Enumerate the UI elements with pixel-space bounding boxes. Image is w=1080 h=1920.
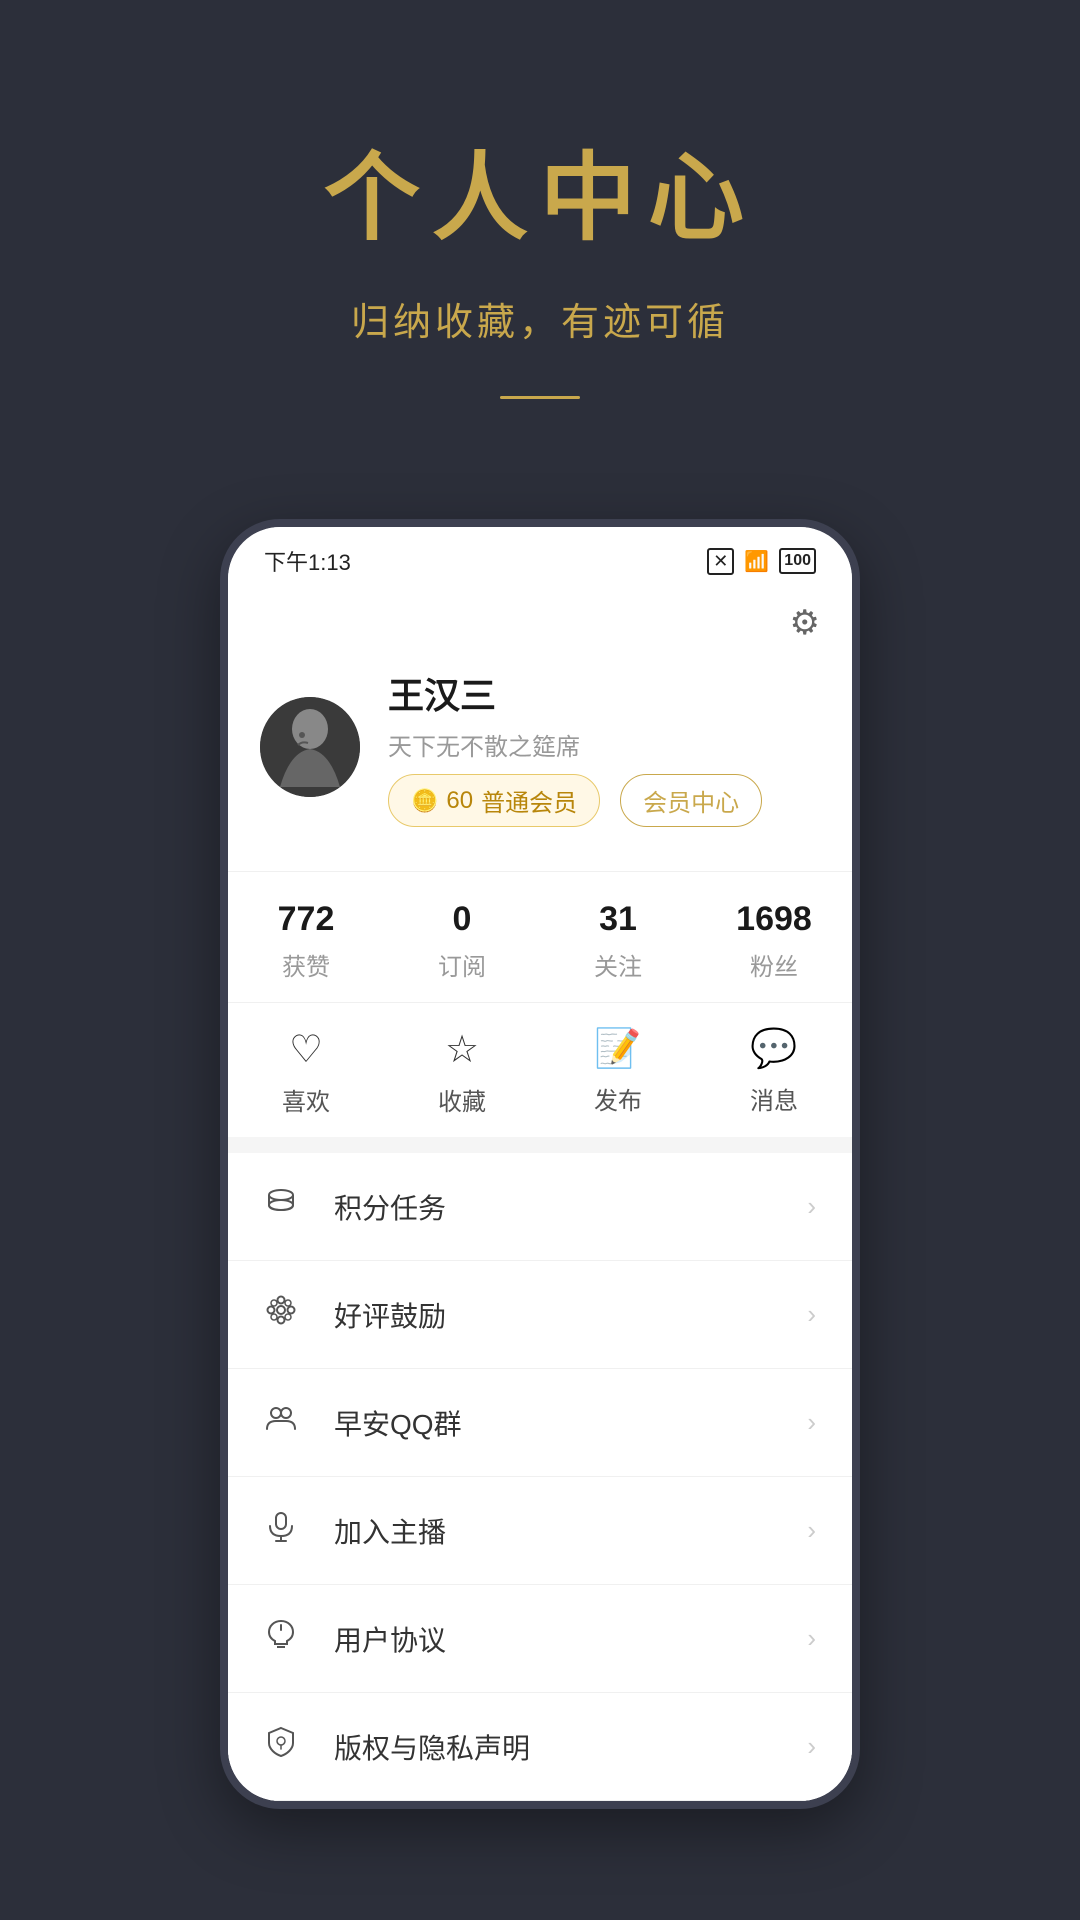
menu-review-label: 好评鼓励 — [334, 1295, 807, 1335]
signal-icon: ✕ — [707, 548, 734, 575]
stat-subscriptions[interactable]: 0 订阅 — [384, 900, 540, 982]
divider — [500, 396, 580, 399]
settings-row: ⚙ — [228, 587, 852, 651]
stat-likes-label: 获赞 — [282, 947, 330, 982]
action-message-label: 消息 — [750, 1081, 798, 1116]
wifi-icon: 📶 — [744, 549, 769, 574]
message-icon: 💬 — [750, 1027, 797, 1071]
avatar-image — [260, 697, 360, 797]
menu-qq-label: 早安QQ群 — [334, 1403, 807, 1443]
menu-item-review[interactable]: 好评鼓励 › — [228, 1261, 852, 1369]
phone-mockup: 下午1:13 ✕ 📶 100 ⚙ — [220, 519, 860, 1809]
lightbulb-icon — [264, 1617, 314, 1660]
stat-sub-number: 0 — [453, 900, 472, 939]
stat-following[interactable]: 31 关注 — [540, 900, 696, 982]
coins-label: 普通会员 — [481, 783, 577, 818]
action-publish-label: 发布 — [594, 1081, 642, 1116]
coins-badge[interactable]: 🪙 60 普通会员 — [388, 774, 600, 827]
stats-row: 772 获赞 0 订阅 31 关注 1698 粉丝 — [228, 871, 852, 1002]
menu-item-agreement[interactable]: 用户协议 › — [228, 1585, 852, 1693]
heart-icon: ♡ — [289, 1027, 323, 1072]
coins-stack-icon — [264, 1185, 314, 1228]
stat-follow-number: 31 — [599, 900, 637, 939]
stat-sub-label: 订阅 — [438, 947, 486, 982]
menu-points-label: 积分任务 — [334, 1187, 807, 1227]
action-publish[interactable]: 📝 发布 — [540, 1027, 696, 1117]
menu-item-points[interactable]: 积分任务 › — [228, 1153, 852, 1261]
stat-fans-number: 1698 — [736, 900, 812, 939]
page-subtitle: 归纳收藏，有迹可循 — [0, 291, 1080, 346]
coins-amount: 60 — [446, 787, 473, 815]
member-center-badge[interactable]: 会员中心 — [620, 774, 762, 827]
badge-row: 🪙 60 普通会员 会员中心 — [388, 774, 762, 827]
stat-likes-number: 772 — [278, 900, 335, 939]
edit-icon: 📝 — [594, 1027, 641, 1071]
stat-likes[interactable]: 772 获赞 — [228, 900, 384, 982]
user-bio: 天下无不散之筵席 — [388, 727, 762, 762]
chevron-right-icon: › — [807, 1191, 816, 1222]
mic-icon — [264, 1509, 314, 1552]
battery-icon: 100 — [779, 548, 816, 574]
stat-follow-label: 关注 — [594, 947, 642, 982]
profile-top: 王汉三 天下无不散之筵席 🪙 60 普通会员 会员中心 — [260, 667, 820, 827]
action-like-label: 喜欢 — [282, 1082, 330, 1117]
username: 王汉三 — [388, 667, 762, 719]
member-center-label: 会员中心 — [643, 783, 739, 818]
actions-row: ♡ 喜欢 ☆ 收藏 📝 发布 💬 消息 — [228, 1002, 852, 1137]
menu-item-privacy[interactable]: 版权与隐私声明 › — [228, 1693, 852, 1801]
flower-icon — [264, 1293, 314, 1336]
status-bar: 下午1:13 ✕ 📶 100 — [228, 527, 852, 587]
page-header: 个人中心 归纳收藏，有迹可循 — [0, 0, 1080, 519]
chevron-right-icon-3: › — [807, 1407, 816, 1438]
avatar[interactable] — [260, 697, 360, 797]
time-display: 下午1:13 — [264, 545, 351, 577]
status-icons: ✕ 📶 100 — [707, 548, 816, 575]
menu-privacy-label: 版权与隐私声明 — [334, 1727, 807, 1767]
shield-icon — [264, 1725, 314, 1768]
stat-fans-label: 粉丝 — [750, 947, 798, 982]
action-collect[interactable]: ☆ 收藏 — [384, 1027, 540, 1117]
menu-item-qq[interactable]: 早安QQ群 › — [228, 1369, 852, 1477]
chevron-right-icon-4: › — [807, 1515, 816, 1546]
action-collect-label: 收藏 — [438, 1082, 486, 1117]
menu-item-broadcaster[interactable]: 加入主播 › — [228, 1477, 852, 1585]
star-icon: ☆ — [445, 1027, 479, 1072]
action-like[interactable]: ♡ 喜欢 — [228, 1027, 384, 1117]
profile-info: 王汉三 天下无不散之筵席 🪙 60 普通会员 会员中心 — [388, 667, 762, 827]
settings-icon[interactable]: ⚙ — [790, 603, 820, 643]
menu-broadcaster-label: 加入主播 — [334, 1511, 807, 1551]
group-icon — [264, 1401, 314, 1444]
chevron-right-icon-2: › — [807, 1299, 816, 1330]
profile-section: 王汉三 天下无不散之筵席 🪙 60 普通会员 会员中心 — [228, 651, 852, 871]
phone-screen: 下午1:13 ✕ 📶 100 ⚙ — [228, 527, 852, 1801]
menu-agreement-label: 用户协议 — [334, 1619, 807, 1659]
chevron-right-icon-5: › — [807, 1623, 816, 1654]
coin-icon: 🪙 — [411, 788, 438, 814]
menu-list: 积分任务 › 好评鼓励 — [228, 1153, 852, 1801]
page-title: 个人中心 — [0, 120, 1080, 259]
stat-fans[interactable]: 1698 粉丝 — [696, 900, 852, 982]
action-message[interactable]: 💬 消息 — [696, 1027, 852, 1117]
chevron-right-icon-6: › — [807, 1731, 816, 1762]
